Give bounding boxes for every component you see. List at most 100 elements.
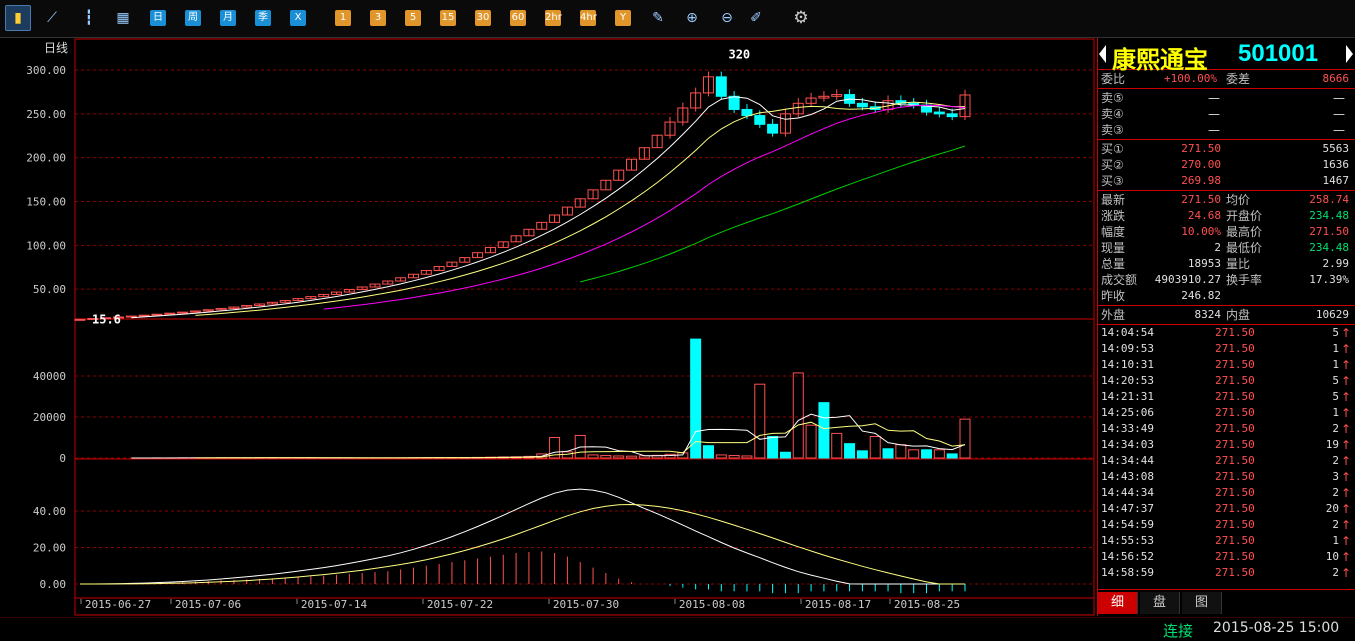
stat-row: 总量18953量比2.99: [1098, 256, 1355, 272]
period-label: 日线: [44, 41, 68, 55]
volume-bar: [909, 450, 919, 458]
zoom-in-icon[interactable]: ⊕: [684, 10, 700, 26]
volume-bar: [883, 449, 893, 458]
period-3min-button[interactable]: 3: [370, 10, 386, 26]
stat-label: 最新: [1101, 192, 1125, 208]
candle-body: [934, 112, 944, 114]
stat-label: 成交额: [1101, 272, 1137, 288]
period-season-button[interactable]: 季: [255, 10, 271, 26]
period-x-button[interactable]: X: [290, 10, 306, 26]
stat-label-2: 均价: [1226, 192, 1250, 208]
tick-volume: 2: [1332, 421, 1339, 437]
outer-label: 外盘: [1101, 307, 1125, 323]
tick-time: 14:34:03: [1101, 437, 1154, 453]
low-annotation: 15.6: [92, 312, 121, 326]
volume-bar: [819, 403, 829, 458]
status-datetime: 2015-08-25 15:00: [1213, 620, 1339, 636]
next-stock-icon[interactable]: [1346, 45, 1353, 63]
tick-volume: 19: [1326, 437, 1339, 453]
tab-detail[interactable]: 细: [1098, 592, 1138, 614]
date-label: 2015-07-22: [427, 598, 493, 611]
stat-value-2: 234.48: [1309, 240, 1349, 256]
tick-time: 14:09:53: [1101, 341, 1154, 357]
weibi-row: 委比 +100.00% 委差 8666: [1098, 70, 1355, 89]
tick-arrow-icon: ↑: [1341, 373, 1351, 389]
tick-row: 14:25:06271.501↑: [1098, 405, 1355, 421]
volume-bar: [691, 339, 701, 458]
candle-body: [742, 109, 752, 115]
period-1min-button[interactable]: 1: [335, 10, 351, 26]
sell-price: —: [1208, 106, 1220, 122]
tick-price: 271.50: [1215, 565, 1255, 581]
stat-value-2: 271.50: [1309, 224, 1349, 240]
period-30min-button[interactable]: 30: [475, 10, 491, 26]
period-year-button[interactable]: Y: [615, 10, 631, 26]
weicha-label: 委差: [1226, 71, 1250, 87]
tick-volume: 10: [1326, 549, 1339, 565]
tick-volume: 5: [1332, 325, 1339, 341]
prev-stock-icon[interactable]: [1099, 45, 1106, 63]
kline-chart[interactable]: 日线300.00250.00200.00150.00100.0050.00320…: [0, 38, 1096, 616]
dif-line: [80, 489, 965, 584]
volume-bar: [703, 446, 713, 458]
period-5min-button[interactable]: 5: [405, 10, 421, 26]
period-month-button[interactable]: 月: [220, 10, 236, 26]
edit-icon[interactable]: ✎: [650, 10, 666, 26]
candle-icon[interactable]: ┇: [81, 10, 97, 26]
period-60min-button[interactable]: 60: [510, 10, 526, 26]
period-4hr-button[interactable]: 4hr: [580, 10, 596, 26]
tick-price: 271.50: [1215, 533, 1255, 549]
tick-price: 271.50: [1215, 421, 1255, 437]
volume-bar: [768, 436, 778, 458]
bar-chart-icon[interactable]: ▮: [5, 5, 31, 31]
tick-price: 271.50: [1215, 517, 1255, 533]
buy-volume: 5563: [1323, 141, 1350, 157]
sell-price: —: [1208, 90, 1220, 106]
volume-bar: [793, 373, 803, 458]
tick-price: 271.50: [1215, 549, 1255, 565]
quote-panel: 康熙通宝 501001 委比 +100.00% 委差 8666 卖⑤——卖④——…: [1097, 38, 1355, 616]
high-annotation: 320: [728, 47, 750, 61]
tick-arrow-icon: ↑: [1341, 437, 1351, 453]
volume-bar: [588, 455, 598, 458]
tick-volume: 1: [1332, 341, 1339, 357]
sell-label: 卖⑤: [1101, 90, 1124, 106]
tick-time: 14:20:53: [1101, 373, 1154, 389]
volume-tick-label: 40000: [33, 370, 66, 383]
tick-price: 271.50: [1215, 469, 1255, 485]
volume-bar: [755, 384, 765, 458]
gear-icon[interactable]: ⚙: [793, 10, 809, 26]
period-2hr-button[interactable]: 2hr: [545, 10, 561, 26]
tick-row: 14:33:49271.502↑: [1098, 421, 1355, 437]
buy-volume: 1636: [1323, 157, 1350, 173]
volume-bar: [716, 455, 726, 458]
period-week-button[interactable]: 周: [185, 10, 201, 26]
zoom-out-icon[interactable]: ⊖: [719, 10, 735, 26]
period-day-button[interactable]: 日: [150, 10, 166, 26]
tick-arrow-icon: ↑: [1341, 405, 1351, 421]
candle-body: [75, 319, 85, 320]
buy-price: 271.50: [1181, 141, 1221, 157]
stock-title: 康熙通宝 501001: [1098, 38, 1355, 70]
tick-row: 14:04:54271.505↑: [1098, 325, 1355, 341]
volume-bar: [614, 456, 624, 458]
tick-row: 14:47:37271.5020↑: [1098, 501, 1355, 517]
date-label: 2015-07-30: [553, 598, 619, 611]
tick-volume: 2: [1332, 453, 1339, 469]
stat-label-2: 最低价: [1226, 240, 1262, 256]
indicator-tick-label: 40.00: [33, 505, 66, 518]
line-chart-icon[interactable]: ⟋: [44, 10, 60, 26]
tick-price: 271.50: [1215, 453, 1255, 469]
period-15min-button[interactable]: 15: [440, 10, 456, 26]
tick-volume: 2: [1332, 517, 1339, 533]
price-tick-label: 300.00: [26, 64, 66, 77]
calendar-icon[interactable]: ▦: [115, 10, 131, 26]
tick-time: 14:34:44: [1101, 453, 1154, 469]
draw-icon[interactable]: ✐: [748, 10, 764, 26]
tab-book[interactable]: 盘: [1140, 592, 1180, 614]
connection-status[interactable]: 连接: [1163, 620, 1193, 641]
tab-chart[interactable]: 图: [1182, 592, 1222, 614]
tick-arrow-icon: ↑: [1341, 469, 1351, 485]
status-bar: 连接 2015-08-25 15:00: [0, 617, 1355, 640]
tick-row: 14:34:03271.5019↑: [1098, 437, 1355, 453]
